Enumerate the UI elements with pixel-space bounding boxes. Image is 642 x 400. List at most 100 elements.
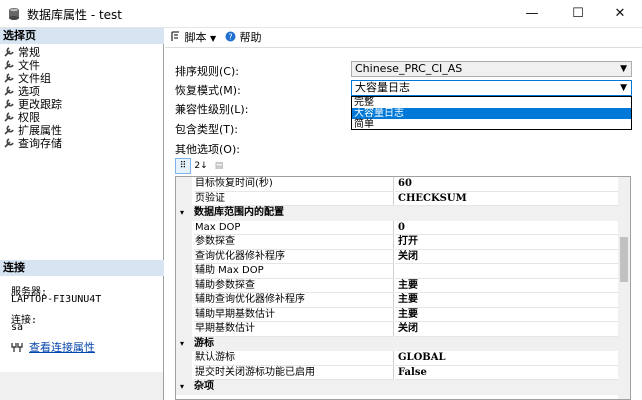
property-name: 参数探查	[194, 235, 394, 250]
row-gutter	[176, 307, 192, 322]
page-item-permissions[interactable]: 权限	[4, 111, 40, 124]
chevron-down-icon: ▼	[620, 83, 627, 93]
property-value[interactable]: 关闭	[395, 322, 618, 337]
view-connection-properties-link[interactable]: 查看连接属性	[29, 339, 95, 355]
other-options-label: 其他选项(O):	[175, 143, 240, 156]
grid-category[interactable]: ▾ 杂项	[176, 380, 618, 395]
connection-value: sa	[11, 322, 24, 333]
property-value[interactable]: 主要	[395, 293, 618, 308]
collation-select[interactable]: Chinese_PRC_CI_AS ▼	[351, 61, 632, 77]
collapse-icon[interactable]: ▾	[180, 380, 184, 394]
script-button[interactable]: 脚本 ▼	[170, 31, 216, 46]
grid-row[interactable]: 页验证 CHECKSUM	[176, 191, 618, 206]
category-label: 游标	[194, 337, 214, 349]
help-button[interactable]: ? 帮助	[225, 31, 262, 45]
script-icon	[171, 31, 179, 41]
grid-row[interactable]: Max DOP 0	[176, 220, 618, 235]
grid-row[interactable]: 辅助 Max DOP	[176, 264, 618, 279]
wrench-icon	[4, 138, 14, 148]
property-name: 辅助查询优化器修补程序	[194, 293, 394, 308]
grid-row[interactable]: 参数探查 打开	[176, 235, 618, 250]
property-grid: 目标恢复时间(秒) 60 页验证 CHECKSUM ▾ 数据库范围内的配置 Max DOP 0…	[175, 176, 631, 400]
row-gutter	[176, 264, 192, 279]
property-value[interactable]: 打开	[395, 235, 618, 250]
collapse-icon[interactable]: ▾	[180, 206, 184, 220]
property-value[interactable]: 关闭	[395, 250, 618, 264]
property-name: 提交时关闭游标功能已启用	[194, 365, 394, 380]
toolbar: 脚本 ▼ ? 帮助	[165, 28, 642, 48]
row-gutter	[176, 177, 192, 192]
property-name: 查询优化器修补程序	[194, 249, 394, 264]
containment-type-label: 包含类型(T):	[175, 123, 239, 136]
dropdown-option-full[interactable]: 完整	[352, 97, 631, 108]
grid-row[interactable]: 辅助查询优化器修补程序 主要	[176, 293, 618, 308]
grid-row[interactable]: 提交时关闭游标功能已启用 False	[176, 365, 618, 380]
property-value[interactable]: CHECKSUM	[395, 192, 618, 206]
maximize-button[interactable]: ☐	[556, 0, 600, 28]
property-value[interactable]: GLOBAL	[395, 351, 618, 366]
property-value[interactable]: False	[395, 366, 618, 380]
property-value[interactable]	[395, 264, 618, 279]
property-value[interactable]: 60	[395, 177, 618, 192]
page-item-general[interactable]: 常规	[4, 46, 40, 59]
grid-row[interactable]: 目标恢复时间(秒) 60	[176, 177, 618, 192]
grid-row[interactable]: 默认游标 GLOBAL	[176, 351, 618, 366]
grid-row[interactable]: 辅助参数探查 主要	[176, 278, 618, 293]
page-item-files[interactable]: 文件	[4, 59, 40, 72]
title-bar: 数据库属性 - test — ☐ ✕	[0, 0, 642, 28]
recovery-model-label: 恢复模式(M):	[175, 84, 241, 97]
page-item-change-tracking[interactable]: 更改跟踪	[4, 98, 62, 111]
server-value: LAPTOP-FI3UNU4T	[11, 294, 102, 305]
page-item-filegroups[interactable]: 文件组	[4, 72, 51, 85]
wrench-icon	[4, 73, 14, 83]
alphabetical-sort-icon[interactable]: 2↓	[193, 158, 209, 174]
row-gutter	[176, 365, 192, 380]
page-item-extended-properties[interactable]: 扩展属性	[4, 124, 62, 137]
category-label: 数据库范围内的配置	[194, 207, 284, 218]
chevron-down-icon: ▼	[210, 34, 217, 43]
property-name: 页验证	[194, 191, 394, 206]
row-gutter	[176, 278, 192, 293]
collapse-icon[interactable]: ▾	[180, 337, 184, 351]
page-item-options[interactable]: 选项	[4, 85, 40, 98]
property-grid-toolbar: ⠿ 2↓ ▤	[175, 157, 235, 175]
scrollbar-thumb[interactable]	[620, 237, 628, 282]
window-title: 数据库属性 - test	[27, 8, 123, 22]
connection-icon	[11, 343, 23, 352]
minimize-button[interactable]: —	[510, 0, 554, 28]
property-value[interactable]: 0	[395, 221, 618, 235]
property-value[interactable]: 主要	[395, 279, 618, 293]
dropdown-option-bulk-logged[interactable]: 大容量日志	[352, 108, 631, 119]
vertical-scrollbar[interactable]	[618, 177, 630, 399]
categorized-icon[interactable]: ⠿	[175, 158, 191, 174]
grid-row[interactable]: 辅助早期基数估计 主要	[176, 307, 618, 322]
row-gutter	[176, 322, 192, 337]
row-gutter	[176, 235, 192, 250]
property-name: 默认游标	[194, 351, 394, 366]
pages-header: 选择页	[0, 28, 164, 44]
row-gutter	[176, 191, 192, 206]
recovery-model-dropdown: 完整 大容量日志 简单	[351, 96, 632, 130]
svg-text:?: ?	[228, 33, 232, 42]
property-name: 早期基数估计	[194, 322, 394, 337]
wrench-icon	[4, 47, 14, 57]
database-icon	[9, 8, 19, 20]
property-pages-icon: ▤	[214, 161, 224, 171]
grid-row[interactable]: 查询优化器修补程序 关闭	[176, 249, 618, 264]
wrench-icon	[4, 112, 14, 122]
property-value[interactable]: 主要	[395, 308, 618, 322]
grid-category[interactable]: ▾ 游标	[176, 336, 618, 351]
close-button[interactable]: ✕	[598, 0, 642, 28]
page-item-query-store[interactable]: 查询存储	[4, 137, 62, 150]
help-icon: ?	[225, 31, 236, 42]
grid-category[interactable]: ▾ 数据库范围内的配置	[176, 206, 618, 221]
property-name: 辅助早期基数估计	[194, 307, 394, 322]
row-gutter	[176, 351, 192, 366]
wrench-icon	[4, 60, 14, 70]
recovery-model-select[interactable]: 大容量日志 ▼	[351, 80, 632, 96]
dropdown-option-simple[interactable]: 简单	[352, 119, 631, 130]
connection-header: 连接	[0, 260, 164, 276]
property-name: 辅助 Max DOP	[194, 264, 394, 279]
row-gutter	[176, 220, 192, 235]
grid-row[interactable]: 早期基数估计 关闭	[176, 322, 618, 337]
